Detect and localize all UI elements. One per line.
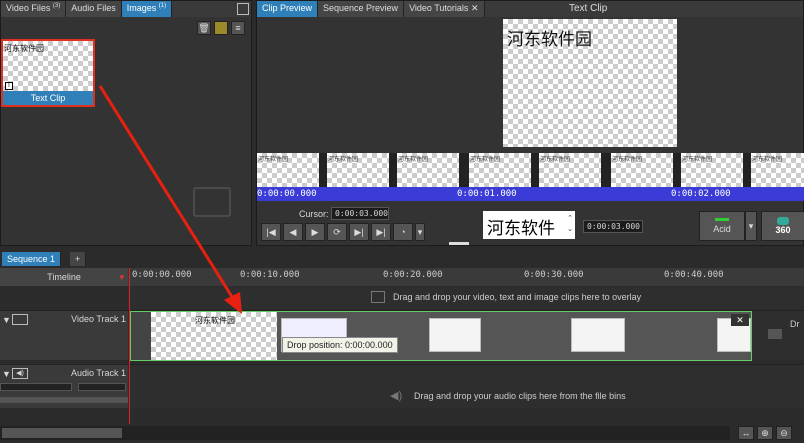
close-icon[interactable]: ✕ [471, 3, 479, 13]
image-placeholder-icon [193, 187, 231, 217]
effect-meter-icon [715, 218, 729, 221]
timeline-label: Timeline ▾ [0, 268, 128, 286]
tab-audio-files[interactable]: Audio Files [66, 1, 122, 17]
horizontal-scrollbar[interactable] [0, 426, 730, 440]
sequence-tab-bar: Sequence 1 + [0, 250, 804, 266]
preview-title: Text Clip [569, 3, 608, 14]
audio-track-label: Audio Track 1 [70, 368, 126, 378]
add-folder-icon[interactable] [214, 21, 228, 35]
text-stepper[interactable]: ⌃ ⌄ [567, 213, 573, 235]
play-button[interactable]: ▶ [305, 223, 325, 241]
drop-tooltip: Drop position: 0:00:00.000 [282, 337, 398, 353]
bins-tabs: Video Files (3) Audio Files Images (1) [1, 1, 251, 17]
clip-label: Text Clip [3, 91, 93, 105]
filmstrip: 河东软件园 河东软件园 河东软件园 河东软件园 河东软件园 河东软件园 河东软件… [257, 153, 804, 187]
transport-controls: |◀ ◀ ▶ ⟳ ▶| ▶| ◔ ▾ [261, 223, 425, 241]
timeline-ruler[interactable]: 0:00:00.000 0:00:10.000 0:00:20.000 0:00… [128, 268, 804, 286]
go-start-button[interactable]: |◀ [261, 223, 281, 241]
video-clip[interactable]: 河东软件园 ✕ [130, 311, 752, 361]
tab-sequence-preview[interactable]: Sequence Preview [318, 1, 405, 17]
audio-track-header: ▼ ◀) Audio Track 1 [0, 364, 128, 408]
text-type-icon: T [5, 82, 13, 90]
video-track-lane[interactable]: 河东软件园 ✕ Drop position: 0:00:00.000 Dr [128, 310, 804, 361]
vr-icon [777, 217, 789, 225]
timeline-dropdown-icon[interactable]: ▾ [119, 268, 124, 286]
bin-toolbar: 🗑 ≡ [197, 21, 249, 37]
divider-handle[interactable] [449, 242, 469, 245]
zoom-out-icon[interactable]: ⊖ [776, 426, 792, 440]
scrollbar-thumb[interactable] [2, 428, 122, 438]
video-track-header: ▼ Video Track 1 [0, 310, 128, 360]
file-bins-panel: Video Files (3) Audio Files Images (1) 🗑… [0, 0, 252, 246]
tab-video-tutorials[interactable]: Video Tutorials ✕ [404, 1, 485, 17]
collapse-icon[interactable]: ▼ [2, 369, 11, 379]
audio-hint: Drag and drop your audio clips here from… [414, 391, 626, 401]
speed-dropdown-icon[interactable]: ▾ [415, 223, 425, 241]
prev-frame-button[interactable]: ◀ [283, 223, 303, 241]
next-frame-button[interactable]: ▶| [349, 223, 369, 241]
duration-field[interactable]: 0:00:03.000 [583, 220, 643, 233]
level-meter [0, 397, 128, 403]
drop-hint-cut: Dr [790, 319, 800, 329]
clip-close-icon[interactable]: ✕ [731, 314, 749, 326]
go-end-button[interactable]: ▶| [371, 223, 391, 241]
playhead[interactable] [129, 268, 130, 424]
audio-track-lane[interactable]: ◀) Drag and drop your audio clips here f… [128, 364, 804, 408]
tab-images[interactable]: Images (1) [121, 1, 173, 17]
trash-icon[interactable]: 🗑 [197, 21, 211, 35]
video-track-label: Video Track 1 [71, 314, 126, 324]
zoom-in-icon[interactable]: ⊕ [757, 426, 773, 440]
list-view-icon[interactable]: ≡ [231, 21, 245, 35]
clip-screenshot [571, 318, 625, 352]
preview-scrub-bar[interactable]: 0:00:00.000 0:00:01.000 0:00:02.000 [257, 187, 804, 201]
speed-button[interactable]: ◔ [393, 223, 413, 241]
overlay-image-icon [371, 291, 385, 303]
collapse-icon[interactable]: ▼ [2, 315, 11, 325]
preview-panel: Clip Preview Sequence Preview Video Tuto… [256, 0, 804, 246]
preview-screen: 河东软件园 [503, 19, 677, 147]
pan-slider[interactable] [78, 383, 126, 391]
film-icon [768, 329, 782, 339]
fit-icon[interactable]: ↔ [738, 426, 754, 440]
volume-slider[interactable] [0, 383, 72, 391]
tab-clip-preview[interactable]: Clip Preview [257, 1, 319, 17]
clip-screenshot [429, 318, 481, 352]
zoom-controls: ↔ ⊕ ⊖ [738, 426, 792, 440]
overlay-track[interactable]: Drag and drop your video, text and image… [128, 287, 804, 309]
add-sequence-button[interactable]: + [70, 252, 87, 266]
effect-dropdown-icon[interactable]: ▾ [745, 211, 757, 241]
video-track-icon[interactable] [12, 314, 28, 325]
preview-tabs: Clip Preview Sequence Preview Video Tuto… [257, 1, 803, 17]
cursor-field[interactable]: 0:00:03.000 [331, 207, 389, 220]
clip-thumbnail: 河东软件园 T [3, 41, 93, 91]
tab-video-files[interactable]: Video Files (3) [1, 1, 67, 17]
text-input-box[interactable]: 河东软件 ⌃ ⌄ [483, 211, 575, 239]
speaker-icon: ◀) [390, 390, 403, 402]
speaker-icon[interactable]: ◀) [12, 368, 28, 379]
popout-icon[interactable] [237, 3, 249, 15]
tab-sequence-1[interactable]: Sequence 1 [2, 252, 62, 266]
timeline-header: Timeline ▾ 0:00:00.000 0:00:10.000 0:00:… [0, 268, 804, 286]
overlay-hint: Drag and drop your video, text and image… [393, 292, 642, 302]
vr-360-button[interactable]: 360 [761, 211, 804, 241]
loop-button[interactable]: ⟳ [327, 223, 347, 241]
text-clip-item[interactable]: 河东软件园 T Text Clip [1, 39, 95, 107]
effect-button[interactable]: Acid [699, 211, 745, 241]
cursor-label: Cursor: [299, 209, 329, 219]
